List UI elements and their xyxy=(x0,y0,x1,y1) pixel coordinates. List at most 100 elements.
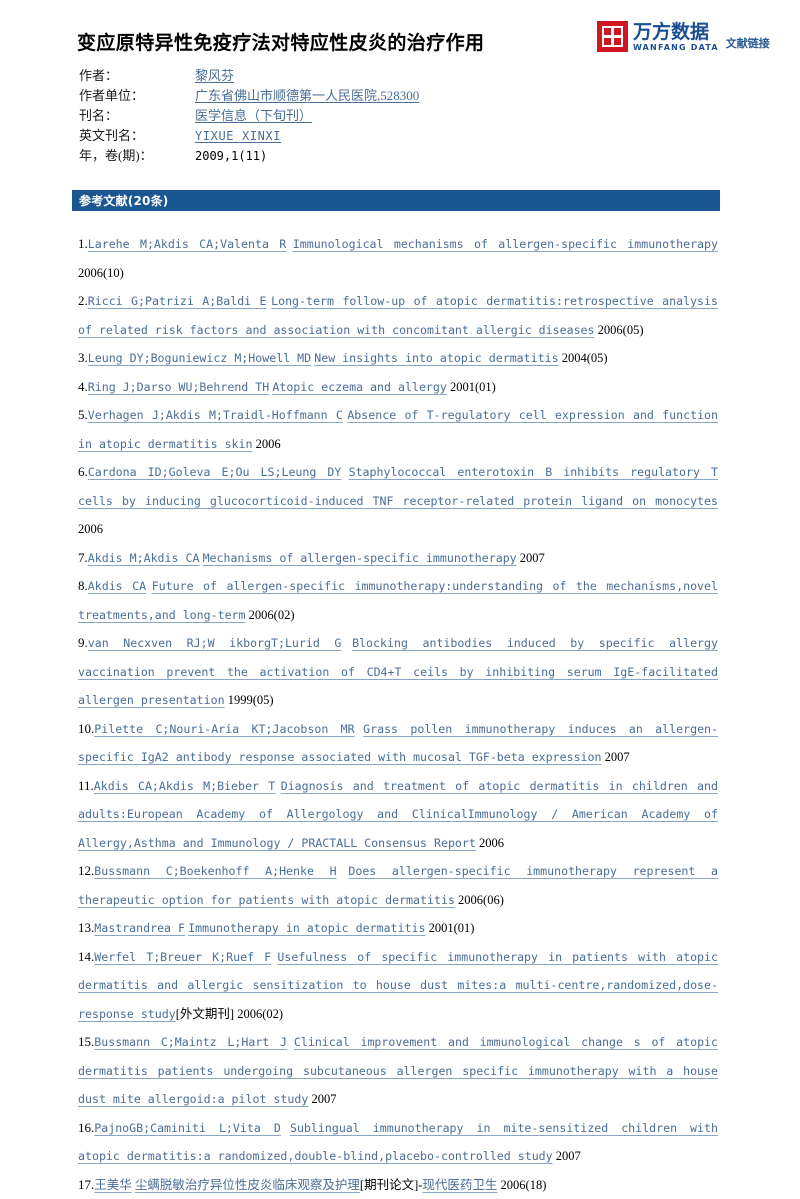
reference-text: 2006(18) xyxy=(497,1178,546,1192)
reference-link[interactable]: Pilette C;Nouri-Aria KT;Jacobson MR xyxy=(94,722,354,736)
reference-link[interactable]: Mechanisms of allergen-specific immunoth… xyxy=(203,551,517,565)
reference-item: 7.Akdis M;Akdis CA Mechanisms of allerge… xyxy=(78,544,718,573)
page-title: 变应原特异性免疫疗法对特应性皮炎的治疗作用 xyxy=(77,28,484,55)
reference-text: 2006(10) xyxy=(78,266,124,280)
metadata-row-journal: 刊名： 医学信息（下旬刊） xyxy=(79,106,419,126)
metadata-label: 刊名： xyxy=(79,106,195,126)
metadata-value-author[interactable]: 黎风芬 xyxy=(195,66,234,86)
reference-number: 11. xyxy=(78,778,94,793)
reference-item: 1.Larehe M;Akdis CA;Valenta R Immunologi… xyxy=(78,230,718,287)
reference-link[interactable]: 现代医药卫生 xyxy=(422,1178,497,1192)
literature-link-label[interactable]: 文献链接 xyxy=(726,35,770,51)
reference-item: 9.van Necxven RJ;W ikborgT;Lurid G Block… xyxy=(78,629,718,715)
reference-link[interactable]: van Necxven RJ;W ikborgT;Lurid G xyxy=(88,636,342,650)
metadata-label: 作者单位： xyxy=(79,86,195,106)
reference-link[interactable]: 尘螨脱敏治疗异位性皮炎临床观察及护理 xyxy=(135,1178,360,1192)
metadata-value-journal-en[interactable]: YIXUE XINXI xyxy=(195,126,281,146)
metadata-table: 作者： 黎风芬 作者单位： 广东省佛山市顺德第一人民医院,528300 刊名： … xyxy=(79,66,419,166)
reference-link[interactable]: Werfel T;Breuer K;Ruef F xyxy=(94,950,271,964)
reference-text: 2006(02) xyxy=(234,1007,283,1021)
reference-item: 8.Akdis CA Future of allergen-specific i… xyxy=(78,572,718,629)
references-section-header: 参考文献(20条) xyxy=(72,190,720,211)
logo-en-name: WANFANG DATA xyxy=(633,44,719,52)
reference-text: 1999(05) xyxy=(225,693,274,707)
reference-text xyxy=(341,636,352,650)
reference-link[interactable]: Leung DY;Boguniewicz M;Howell MD xyxy=(88,351,311,365)
logo-cn-name: 万方数据 xyxy=(633,23,719,42)
metadata-value-year-volume: 2009,1(11) xyxy=(195,146,267,166)
reference-number: 15. xyxy=(78,1034,94,1049)
reference-text xyxy=(355,722,364,736)
metadata-row-year-volume: 年，卷(期)： 2009,1(11) xyxy=(79,146,419,166)
wanfang-logo[interactable]: 万方数据 WANFANG DATA 文献链接 xyxy=(597,21,770,52)
reference-number: 1. xyxy=(78,236,88,251)
reference-number: 4. xyxy=(78,379,88,394)
reference-item: 17.王美华 尘螨脱敏治疗异位性皮炎临床观察及护理[期刊论文]-现代医药卫生 2… xyxy=(78,1171,718,1199)
reference-item: 4.Ring J;Darso WU;Behrend TH Atopic ecze… xyxy=(78,373,718,402)
reference-text xyxy=(281,1121,290,1135)
reference-item: 13.Mastrandrea F Immunotherapy in atopic… xyxy=(78,914,718,943)
reference-link[interactable]: Cardona ID;Goleva E;Ou LS;Leung DY xyxy=(88,465,342,479)
reference-number: 17. xyxy=(78,1177,94,1192)
reference-text: 2006(05) xyxy=(595,323,644,337)
reference-link[interactable]: Verhagen J;Akdis M;Traidl-Hoffmann C xyxy=(88,408,343,422)
reference-item: 14.Werfel T;Breuer K;Ruef F Usefulness o… xyxy=(78,943,718,1029)
reference-text: [外文期刊] xyxy=(176,1007,234,1021)
reference-item: 3.Leung DY;Boguniewicz M;Howell MD New i… xyxy=(78,344,718,373)
reference-text: 2006(02) xyxy=(246,608,295,622)
reference-link[interactable]: Ricci G;Patrizi A;Baldi E xyxy=(88,294,267,308)
reference-number: 2. xyxy=(78,293,88,308)
metadata-value-affiliation[interactable]: 广东省佛山市顺德第一人民医院,528300 xyxy=(195,86,419,106)
reference-text: 2001(01) xyxy=(425,921,474,935)
metadata-label: 作者： xyxy=(79,66,195,86)
metadata-label: 英文刊名： xyxy=(79,126,195,146)
reference-text: 2007 xyxy=(517,551,545,565)
reference-link[interactable]: Immunotherapy in atopic dermatitis xyxy=(188,921,425,935)
reference-text: 2006 xyxy=(476,836,504,850)
metadata-row-journal-en: 英文刊名： YIXUE XINXI xyxy=(79,126,419,146)
reference-number: 3. xyxy=(78,350,88,365)
reference-item: 11.Akdis CA;Akdis M;Bieber T Diagnosis a… xyxy=(78,772,718,858)
reference-number: 6. xyxy=(78,464,88,479)
reference-item: 16.PajnoGB;Caminiti L;Vita D Sublingual … xyxy=(78,1114,718,1171)
reference-link[interactable]: Akdis M;Akdis CA xyxy=(88,551,200,565)
reference-item: 15.Bussmann C;Maintz L;Hart J Clinical i… xyxy=(78,1028,718,1114)
reference-number: 13. xyxy=(78,920,94,935)
reference-text xyxy=(287,1035,294,1049)
reference-number: 16. xyxy=(78,1120,94,1135)
reference-text: 2006 xyxy=(78,522,103,536)
references-section-title: 参考文献(20条) xyxy=(79,192,168,209)
reference-number: 12. xyxy=(78,863,94,878)
reference-item: 6.Cardona ID;Goleva E;Ou LS;Leung DY Sta… xyxy=(78,458,718,544)
reference-link[interactable]: Larehe M;Akdis CA;Valenta R xyxy=(88,237,287,251)
reference-link[interactable]: Bussmann C;Maintz L;Hart J xyxy=(94,1035,287,1049)
metadata-label: 年，卷(期)： xyxy=(79,146,195,166)
reference-text: 2001(01) xyxy=(447,380,496,394)
reference-text: 2006(06) xyxy=(455,893,504,907)
reference-link[interactable]: Atopic eczema and allergy xyxy=(272,380,447,394)
reference-text: 2004(05) xyxy=(559,351,608,365)
reference-number: 5. xyxy=(78,407,88,422)
reference-link[interactable]: 王美华 xyxy=(94,1178,132,1192)
reference-link[interactable]: Akdis CA;Akdis M;Bieber T xyxy=(94,779,275,793)
reference-text xyxy=(341,465,348,479)
metadata-row-author: 作者： 黎风芬 xyxy=(79,66,419,86)
reference-text: 2007 xyxy=(602,750,630,764)
reference-link[interactable]: PajnoGB;Caminiti L;Vita D xyxy=(94,1121,281,1135)
reference-number: 14. xyxy=(78,949,94,964)
reference-link[interactable]: Ring J;Darso WU;Behrend TH xyxy=(88,380,269,394)
reference-link[interactable]: Future of allergen-specific immunotherap… xyxy=(78,579,718,622)
reference-link[interactable]: Immunological mechanisms of allergen-spe… xyxy=(293,237,718,251)
reference-text: 2007 xyxy=(308,1092,336,1106)
reference-link[interactable]: Bussmann C;Boekenhoff A;Henke H xyxy=(94,864,336,878)
reference-link[interactable]: Mastrandrea F xyxy=(94,921,185,935)
reference-text: [期刊论文]- xyxy=(360,1178,423,1192)
reference-item: 5.Verhagen J;Akdis M;Traidl-Hoffmann C A… xyxy=(78,401,718,458)
reference-link[interactable]: New insights into atopic dermatitis xyxy=(314,351,558,365)
reference-text: 2006 xyxy=(253,437,281,451)
metadata-value-journal[interactable]: 医学信息（下旬刊） xyxy=(195,106,312,126)
reference-link[interactable]: Akdis CA xyxy=(88,579,146,593)
reference-item: 10.Pilette C;Nouri-Aria KT;Jacobson MR G… xyxy=(78,715,718,772)
reference-text xyxy=(337,864,349,878)
reference-text: 2007 xyxy=(553,1149,581,1163)
